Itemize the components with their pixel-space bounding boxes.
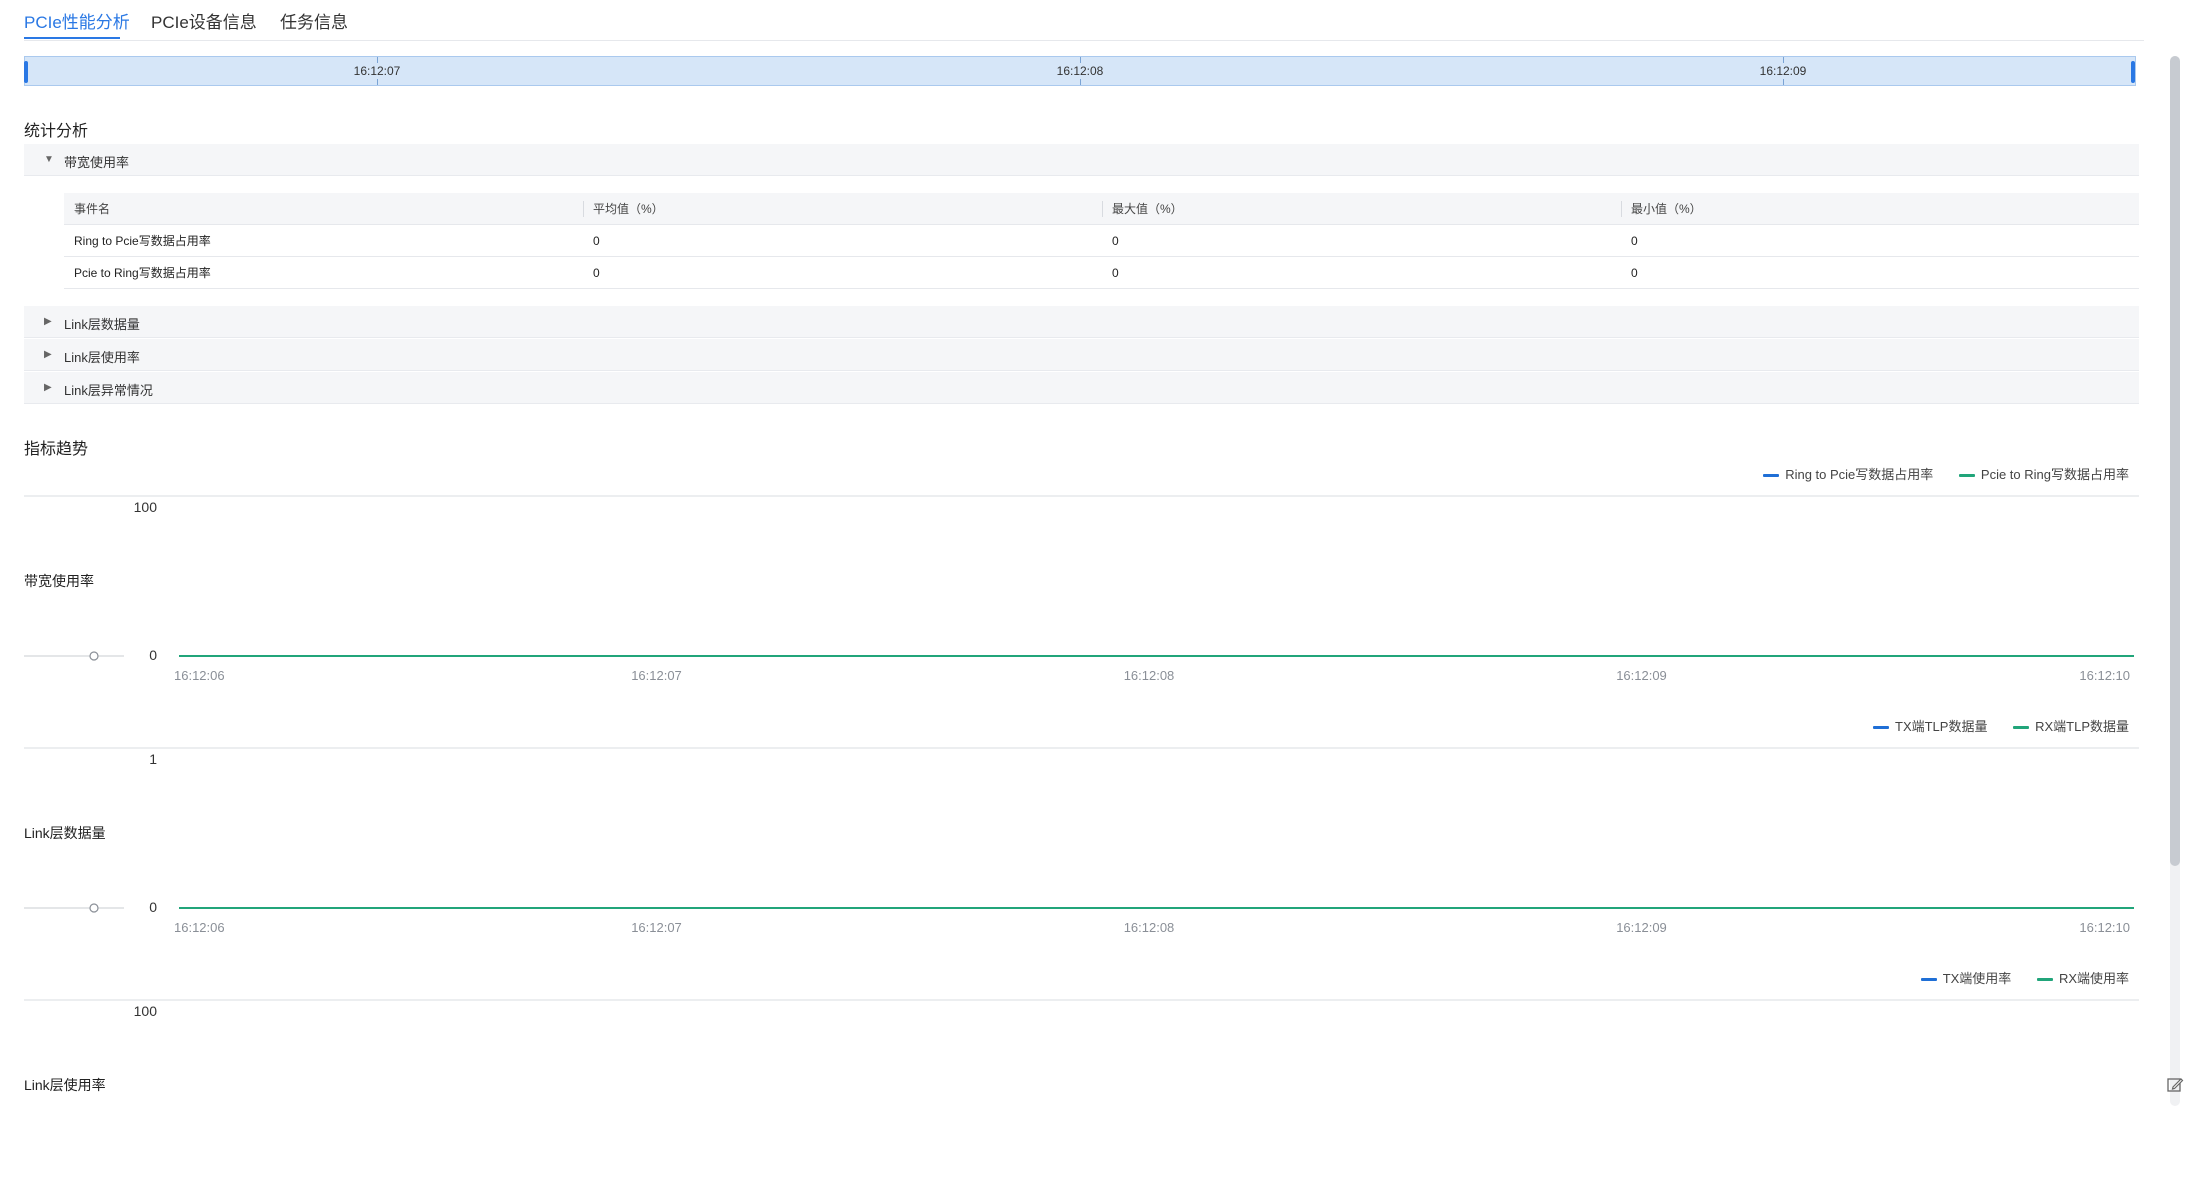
table-header-cell: 事件名 [64,193,583,225]
table-row: Pcie to Ring写数据占用率 0 0 0 [64,256,2139,289]
caret-right-icon: ▶ [44,349,52,360]
panel-label: Link层使用率 [64,350,140,365]
chart-plot-area: 1 0 Link层数据量 16:12:06 16:12:07 16:12:08 16:12:… [24,747,2139,935]
x-tick-label: 16:12:10 [2079,920,2130,935]
panel-label: 带宽使用率 [64,155,130,170]
chart-link-usage: TX端使用率 RX端使用率 100 Link层使用率 [24,966,2139,1196]
x-tick-label: 16:12:06 [174,920,225,935]
timeline-tick: 16:12:09 [1760,57,1806,85]
table-header-cell: 最小值（%） [1621,193,2139,225]
tab-task-info[interactable]: 任务信息 [280,8,348,33]
table-cell: 0 [1621,224,2139,257]
x-tick-label: 16:12:08 [1124,668,1175,683]
caret-right-icon: ▶ [44,316,52,327]
scrollbar-thumb[interactable] [2170,56,2180,866]
x-tick-label: 16:12:07 [631,920,682,935]
table-cell: 0 [1621,256,2139,289]
table-cell: 0 [1102,256,1621,289]
panel-link-errors[interactable]: ▶ Link层异常情况 [24,372,2139,404]
table-header-row: 事件名 平均值（%） 最大值（%） 最小值（%） [64,193,2139,225]
range-start-handle[interactable] [24,61,28,83]
caret-down-icon: ▼ [44,154,54,165]
timeline-tick-label: 16:12:08 [1056,64,1104,78]
timeline-tick: 16:12:08 [1057,57,1103,85]
bandwidth-panel-body: 事件名 平均值（%） 最大值（%） 最小值（%） Ring to Pcie写数据… [24,176,2139,305]
table-cell: 0 [583,224,1102,257]
zoom-handle [89,651,99,661]
time-range-slider[interactable]: 16:12:07 16:12:08 16:12:09 [24,56,2136,86]
x-tick-label: 16:12:09 [1616,668,1667,683]
timeline-tick-label: 16:12:09 [1759,64,1807,78]
bandwidth-stats-table: 事件名 平均值（%） 最大值（%） 最小值（%） Ring to Pcie写数据… [64,193,2139,289]
x-tick-label: 16:12:10 [2079,668,2130,683]
y-axis-title: 带宽使用率 [24,573,94,589]
table-cell: Ring to Pcie写数据占用率 [64,224,583,257]
panel-bandwidth-usage[interactable]: ▼ 带宽使用率 [24,144,2139,176]
chart-plot-area: 100 0 带宽使用率 16:12:06 16:12:07 16:12:08 16:12:0… [24,495,2139,683]
x-tick-label: 16:12:08 [1124,920,1175,935]
y-axis-title: Link层数据量 [24,825,106,841]
x-tick-label: 16:12:07 [631,668,682,683]
edit-icon[interactable] [2166,1076,2184,1094]
trends-section-title: 指标趋势 [24,441,89,458]
y-tick-label: 100 [134,1003,158,1019]
y-tick-label: 1 [149,751,157,767]
table-cell: 0 [1102,224,1621,257]
panel-link-usage[interactable]: ▶ Link层使用率 [24,339,2139,371]
y-tick-label: 0 [149,647,157,663]
x-tick-label: 16:12:09 [1616,920,1667,935]
active-tab-indicator [24,37,120,39]
y-tick-label: 100 [134,499,158,515]
vertical-scrollbar[interactable] [2170,56,2180,1106]
table-header-cell: 最大值（%） [1102,193,1621,225]
timeline-tick-label: 16:12:07 [353,64,401,78]
table-header-cell: 平均值（%） [583,193,1102,225]
table-row: Ring to Pcie写数据占用率 0 0 0 [64,224,2139,257]
tab-bar: PCIe性能分析 PCIe设备信息 任务信息 [24,0,2144,41]
pcie-analysis-page: PCIe性能分析 PCIe设备信息 任务信息 16:12:07 16:12:08… [0,0,2194,1110]
panel-label: Link层异常情况 [64,383,153,398]
chart-link-data-volume: TX端TLP数据量 RX端TLP数据量 1 0 Link层数据量 16:12:06 16… [24,714,2139,944]
table-cell: Pcie to Ring写数据占用率 [64,256,583,289]
zoom-handle [89,903,99,913]
range-end-handle[interactable] [2131,61,2135,83]
panel-link-data-volume[interactable]: ▶ Link层数据量 [24,306,2139,338]
panel-label: Link层数据量 [64,317,140,332]
tab-pcie-performance[interactable]: PCIe性能分析 [24,8,130,33]
chart-bandwidth-usage: Ring to Pcie写数据占用率 Pcie to Ring写数据占用率 10… [24,462,2139,692]
y-axis-title: Link层使用率 [24,1077,106,1093]
chart-plot-area: 100 Link层使用率 [24,999,2139,1093]
table-cell: 0 [583,256,1102,289]
timeline-tick: 16:12:07 [354,57,400,85]
y-tick-label: 0 [149,899,157,915]
tab-pcie-device-info[interactable]: PCIe设备信息 [151,8,257,33]
x-tick-label: 16:12:06 [174,668,225,683]
stats-section-title: 统计分析 [24,123,89,140]
caret-right-icon: ▶ [44,382,52,393]
